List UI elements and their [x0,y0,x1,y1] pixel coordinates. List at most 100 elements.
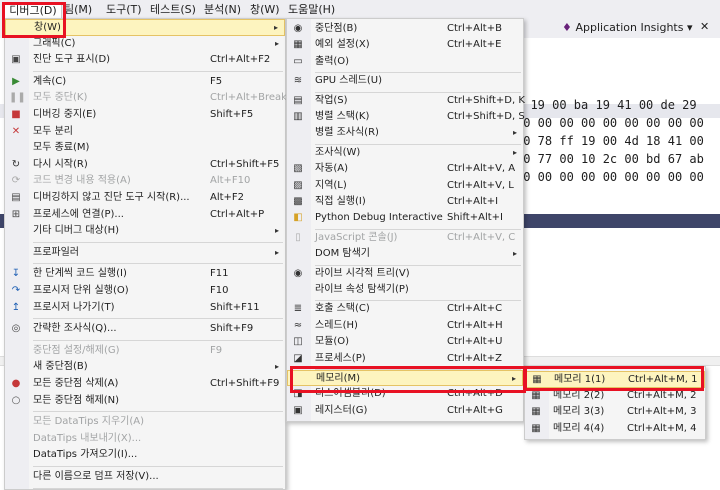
menu-item-shortcut: Ctrl+Alt+M, 3 [627,406,697,417]
menu-item-shortcut: Ctrl+Alt+H [447,319,503,331]
window-menu-item-24[interactable]: ◫ 모듈(O) Ctrl+Alt+U [287,334,523,350]
menu-item-label: 메모리 1(1) [554,374,606,385]
debug-menu-item-21[interactable]: ◎ 간략한 조사식(Q)... Shift+F9 [5,321,285,338]
window-menu-item-20[interactable]: 라이브 속성 탐색기(P) [287,282,523,298]
debug-menu-item-24[interactable]: 새 중단점(B) ▸ [5,359,285,376]
debug-menu-item-5[interactable]: ❚❚ 모두 중단(K) Ctrl+Alt+Break [5,90,287,107]
debug-menu-item-25[interactable]: ● 모든 중단점 삭제(A) Ctrl+Shift+F9 [5,376,285,393]
debug-menu-item-18[interactable]: ↷ 프로시저 단위 실행(O) F10 [5,283,285,300]
menu-item-label: DataTips 가져오기(I)... [33,449,138,461]
menu-item-shortcut: Ctrl+Alt+U [447,336,503,348]
menu-item-label: 모듈(O) [315,336,350,348]
menu-item-label: 모두 종료(M) [33,142,90,154]
debug-menu-item-17[interactable]: ↧ 한 단계씩 코드 실행(I) F11 [5,266,285,283]
window-menu-item-19[interactable]: ◉ 라이브 시각적 트리(V) [287,266,523,282]
debug-menu-item-32[interactable]: 다른 이름으로 덤프 저장(V)... [5,469,285,486]
memory-icon: ▦ [532,374,542,385]
window-menu-item-8[interactable]: 병렬 조사식(R) ▸ [287,125,523,141]
menu-item-label: 예외 설정(X) [315,39,370,51]
hex-line: f 19 00 ba 19 41 00 de 29 [516,98,697,112]
window-menu-item-27[interactable]: 메모리(M) ▸ [287,370,523,387]
menu-item-shortcut: Shift+F9 [210,323,254,335]
menu-item-shortcut: Shift+F11 [210,301,260,313]
menu-item-label: 프로시저 나가기(T) [33,301,115,313]
window-menu-item-23[interactable]: ≈ 스레드(H) Ctrl+Alt+H [287,318,523,334]
window-menu-item-29[interactable]: ▣ 레지스터(G) Ctrl+Alt+G [287,403,523,419]
window-menu-item-25[interactable]: ◪ 프로세스(P) Ctrl+Alt+Z [287,351,523,367]
debug-menu-item-4[interactable]: ▶ 계속(C) F5 [5,74,285,91]
autos-icon: ▧ [293,163,303,175]
menu-item-label: 레지스터(G) [315,404,368,416]
menu-bar: 디버그(D) 팀(M) 도구(T) 테스트(S) 분석(N) 창(W) 도움말(… [0,0,720,19]
menu-item-label: 병렬 스택(K) [315,111,370,122]
window-menu-item-17[interactable]: DOM 탐색기 ▸ [287,246,523,262]
debug-menu-item-19[interactable]: ↥ 프로시저 나가기(T) Shift+F11 [5,300,285,317]
debug-menu-item-11[interactable]: ▤ 디버깅하지 않고 진단 도구 시작(R)... Alt+F2 [5,190,285,207]
memory-menu-item-1[interactable]: ▦ 메모리 2(2) Ctrl+Alt+M, 2 [525,388,705,405]
debug-menu-item-15[interactable]: 프로파일러 ▸ [5,245,285,262]
application-insights-button[interactable]: ♦ Application Insights ▾ [562,20,693,36]
window-menu-item-6[interactable]: ▤ 작업(S) Ctrl+Shift+D, K [287,93,525,109]
debug-menu-item-12[interactable]: ⊞ 프로세스에 연결(P)... Ctrl+Alt+P [5,207,285,224]
menu-icon-placeholder [9,38,23,50]
menu-item-shortcut: Ctrl+Alt+E [447,39,502,51]
debug-menu-item-13[interactable]: 기타 디버그 대상(H) ▸ [5,223,285,240]
debug-menu-item-26[interactable]: ○ 모든 중단점 해제(N) [5,393,285,410]
menu-test[interactable]: 테스트(S) [150,2,196,17]
debug-menu-item-30[interactable]: DataTips 가져오기(I)... [5,447,285,464]
menu-tools[interactable]: 도구(T) [106,2,142,17]
debug-menu-item-7[interactable]: ✕ 모두 분리 [5,124,285,141]
menu-item-label: 코드 변경 내용 적용(A) [33,175,131,187]
debug-menu-item-23[interactable]: 중단점 설정/해제(G) F9 [5,343,285,360]
debug-menu-item-6[interactable]: ■ 디버깅 중지(E) Shift+F5 [5,107,285,124]
menu-separator [33,263,283,265]
menu-icon-placeholder [292,373,306,385]
step-out-icon: ↥ [11,301,21,313]
window-menu-item-13[interactable]: ▩ 직접 실행(I) Ctrl+Alt+I [287,194,523,210]
debug-menu-item-1[interactable]: 그래픽(C) ▸ [5,36,285,53]
debug-menu-item-0[interactable]: 창(W) ▸ [5,19,285,36]
menu-team[interactable]: 팀(M) [64,2,92,17]
debug-menu-item-29[interactable]: DataTips 내보내기(X)... [5,431,285,448]
window-menu-item-2[interactable]: ▭ 출력(O) [287,54,523,70]
parallel-stacks-icon: ▥ [293,111,303,122]
debug-menu-item-9[interactable]: ↻ 다시 시작(R) Ctrl+Shift+F5 [5,157,285,174]
window-menu-item-4[interactable]: ≋ GPU 스레드(U) [287,73,523,89]
menu-help[interactable]: 도움말(H) [288,2,335,17]
debug-menu-item-28[interactable]: 모든 DataTips 지우기(A) [5,414,285,431]
debug-menu-item-10[interactable]: ⟳ 코드 변경 내용 적용(A) Alt+F10 [5,173,285,190]
menu-analyze[interactable]: 분석(N) [204,2,241,17]
window-menu-item-12[interactable]: ▨ 지역(L) Ctrl+Alt+V, L [287,178,523,194]
debug-menu-item-2[interactable]: ▣ 진단 도구 표시(D) Ctrl+Alt+F2 [5,52,285,69]
window-menu-item-0[interactable]: ◉ 중단점(B) Ctrl+Alt+B [287,21,523,37]
submenu-arrow-icon: ▸ [512,128,517,138]
window-menu-item-7[interactable]: ▥ 병렬 스택(K) Ctrl+Shift+D, S [287,109,524,125]
menu-item-shortcut: Ctrl+Alt+V, A [447,163,516,175]
memory-menu-item-0[interactable]: ▦ 메모리 1(1) Ctrl+Alt+M, 1 [525,371,705,388]
window-submenu: ◉ 중단점(B) Ctrl+Alt+B ▦ 예외 설정(X) Ctrl+Alt+E ▭ 출력(… [286,18,525,422]
menu-debug[interactable]: 디버그(D) [4,2,62,19]
window-menu-item-16[interactable]: ▯ JavaScript 콘솔(J) Ctrl+Alt+V, C [287,230,523,246]
threads-icon: ≈ [293,319,303,331]
processes-icon: ◪ [293,352,303,364]
menu-item-label: 계속(C) [33,75,67,87]
window-menu-item-11[interactable]: ▧ 자동(A) Ctrl+Alt+V, A [287,161,523,177]
memory-menu-item-3[interactable]: ▦ 메모리 4(4) Ctrl+Alt+M, 4 [525,421,705,438]
pause-icon: ❚❚ [9,92,26,104]
menu-window[interactable]: 창(W) [250,2,280,17]
window-menu-item-28[interactable]: ◨ 디스어셈블리(D) Ctrl+Alt+D [287,386,523,402]
debug-menu-item-8[interactable]: 모두 종료(M) [5,140,285,157]
hex-line: 00 77 00 10 2c 00 bd 67 ab [516,152,704,166]
window-menu-item-1[interactable]: ▦ 예외 설정(X) Ctrl+Alt+E [287,37,523,53]
step-over-icon: ↷ [11,285,21,296]
window-menu-item-14[interactable]: ◧ Python Debug Interactive Shift+Alt+I [287,210,523,226]
memory-icon: ▦ [531,422,541,434]
window-menu-item-10[interactable]: 조사식(W) ▸ [287,145,523,161]
menu-item-label: 모든 DataTips 지우기(A) [33,416,145,428]
close-icon[interactable]: ✕ [700,20,709,33]
menu-item-shortcut: Ctrl+Alt+P [210,208,265,220]
menu-icon-placeholder [291,127,305,139]
memory-menu-item-2[interactable]: ▦ 메모리 3(3) Ctrl+Alt+M, 3 [525,404,705,421]
menu-icon-placeholder [9,471,23,483]
window-menu-item-22[interactable]: ≣ 호출 스택(C) Ctrl+Alt+C [287,301,523,317]
